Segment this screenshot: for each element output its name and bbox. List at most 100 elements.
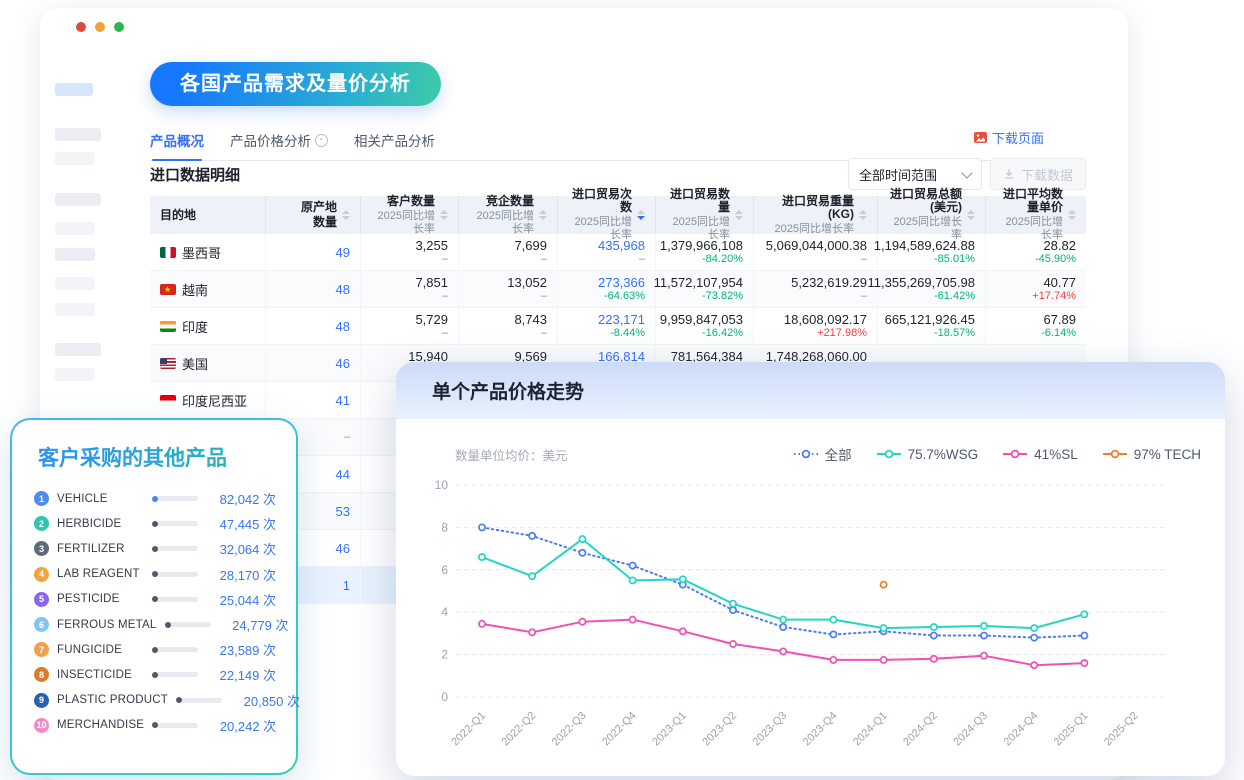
column-title-line1: 进口贸易重量(KG)	[764, 195, 854, 221]
table-row[interactable]: 墨西哥493,255–7,699–435,968–1,379,966,108-8…	[150, 234, 1086, 271]
cell-value: 223,171	[598, 312, 645, 327]
origin-count-cell[interactable]: 48	[265, 308, 360, 344]
country-name: 墨西哥	[182, 243, 221, 262]
table-cell[interactable]: 273,366-64.63%	[557, 271, 655, 307]
table-row[interactable]: 越南487,851–13,052–273,366-64.63%11,572,10…	[150, 271, 1086, 308]
price-trend-card: 单个产品价格走势 数量单位均价：美元 全部75.7%WSG41%SL97% TE…	[396, 362, 1225, 776]
sidebar-item-placeholder[interactable]	[55, 343, 101, 356]
sidebar-item-placeholder[interactable]	[55, 222, 95, 235]
table-cell: 1,194,589,624.88-85.01%	[877, 234, 985, 270]
sort-caret-icon[interactable]	[735, 210, 743, 220]
download-data-label: 下载数据	[1021, 165, 1073, 184]
table-cell[interactable]: 223,171-8.44%	[557, 308, 655, 344]
chevron-down-icon	[961, 167, 972, 178]
origin-count-cell[interactable]: 41	[265, 382, 360, 418]
table-header-cell[interactable]: 进口平均数量单价2025同比增长率	[985, 196, 1086, 234]
sort-caret-icon[interactable]	[637, 210, 645, 220]
column-title: 竞企数量2025同比增长率	[469, 195, 534, 236]
column-title-line1: 竞企数量	[469, 195, 534, 208]
table-row[interactable]: 印度485,729–8,743–223,171-8.44%9,959,847,0…	[150, 308, 1086, 345]
minimize-button[interactable]	[95, 22, 105, 32]
purchase-count: 25,044 次	[210, 590, 276, 609]
sort-caret-icon[interactable]	[342, 210, 350, 220]
table-header-cell[interactable]: 进口贸易总额(美元)2025同比增长率	[877, 196, 985, 234]
origin-count-value: 1	[343, 578, 350, 593]
close-button[interactable]	[76, 22, 86, 32]
table-header-cell[interactable]: 进口贸易次数2025同比增长率	[557, 196, 655, 234]
mini-bar	[176, 697, 226, 703]
legend-item-97% TECH[interactable]: 97% TECH	[1102, 447, 1201, 462]
screenshot-icon	[974, 131, 987, 144]
svg-text:2022-Q1: 2022-Q1	[449, 710, 488, 749]
legend-item-75.7%WSG[interactable]: 75.7%WSG	[876, 447, 979, 462]
table-cell[interactable]: 435,968–	[557, 234, 655, 270]
mini-bar	[152, 672, 202, 678]
origin-count-cell[interactable]: 49	[265, 234, 360, 270]
table-cell: 5,069,044,000.38–	[753, 234, 877, 270]
list-item[interactable]: 3FERTILIZER32,064 次	[34, 536, 276, 561]
cell-value: 18,608,092.17	[784, 312, 867, 327]
table-header-cell[interactable]: 进口贸易数量2025同比增长率	[655, 196, 753, 234]
tab-1[interactable]: 产品概况	[150, 130, 204, 151]
cell-trend: -16.42%	[702, 327, 743, 340]
product-label: PESTICIDE	[57, 593, 144, 605]
product-label: VEHICLE	[57, 493, 144, 505]
tab-2[interactable]: 产品价格分析	[230, 130, 328, 151]
rank-badge: 9	[34, 693, 49, 708]
product-label: INSECTICIDE	[57, 669, 144, 681]
table-header-cell[interactable]: 原产地数量	[265, 196, 360, 234]
list-item[interactable]: 5PESTICIDE25,044 次	[34, 587, 276, 612]
cell-value: 3,255	[415, 238, 448, 253]
sort-desc-icon	[859, 216, 867, 220]
list-item[interactable]: 7FUNGICIDE23,589 次	[34, 637, 276, 662]
sidebar-item-placeholder[interactable]	[55, 152, 95, 165]
table-header-cell[interactable]: 客户数量2025同比增长率	[360, 196, 458, 234]
sidebar-item-placeholder[interactable]	[55, 128, 101, 141]
sort-caret-icon[interactable]	[967, 210, 975, 220]
rank-badge: 3	[34, 541, 49, 556]
sort-caret-icon[interactable]	[1068, 210, 1076, 220]
sort-caret-icon[interactable]	[440, 210, 448, 220]
origin-count-cell[interactable]: 48	[265, 271, 360, 307]
tab-3[interactable]: 相关产品分析	[354, 130, 435, 151]
table-header-cell[interactable]: 进口贸易重量(KG)2025同比增长率	[753, 196, 877, 234]
sidebar-item-placeholder[interactable]	[55, 303, 95, 316]
time-range-select[interactable]: 全部时间范围	[848, 158, 982, 190]
column-title-line1: 进口贸易次数	[568, 188, 632, 214]
maximize-button[interactable]	[114, 22, 124, 32]
sort-caret-icon[interactable]	[859, 210, 867, 220]
list-item[interactable]: 8INSECTICIDE22,149 次	[34, 662, 276, 687]
sidebar-item-placeholder[interactable]	[55, 248, 95, 261]
sidebar-item-placeholder[interactable]	[55, 368, 95, 381]
sort-caret-icon[interactable]	[539, 210, 547, 220]
sidebar-item-placeholder[interactable]	[55, 193, 101, 206]
page-title: 各国产品需求及量价分析	[150, 62, 441, 106]
mini-bar-dot	[165, 622, 171, 628]
mini-bar-dot	[152, 672, 158, 678]
rank-badge: 7	[34, 642, 49, 657]
cell-trend: -84.20%	[702, 253, 743, 266]
cell-value: 40.77	[1043, 275, 1076, 290]
list-item[interactable]: 10MERCHANDISE20,242 次	[34, 713, 276, 738]
download-icon	[1003, 168, 1015, 180]
list-item[interactable]: 2HERBICIDE47,445 次	[34, 511, 276, 536]
cell-value: 7,851	[415, 275, 448, 290]
cell-trend: -45.90%	[1035, 253, 1076, 266]
list-item[interactable]: 6FERROUS METAL24,779 次	[34, 612, 276, 637]
list-item[interactable]: 4LAB REAGENT28,170 次	[34, 562, 276, 587]
sort-desc-icon	[735, 216, 743, 220]
table-cell: 665,121,926.45-18.57%	[877, 308, 985, 344]
download-data-button[interactable]: 下载数据	[990, 158, 1086, 190]
cell-value: 665,121,926.45	[885, 312, 975, 327]
legend-item-全部[interactable]: 全部	[793, 444, 852, 464]
table-cell: 40.77+17.74%	[985, 271, 1086, 307]
legend-item-41%SL[interactable]: 41%SL	[1002, 447, 1078, 462]
cell-trend: –	[861, 253, 867, 266]
list-item[interactable]: 1VEHICLE82,042 次	[34, 486, 276, 511]
list-item[interactable]: 9PLASTIC PRODUCT20,850 次	[34, 688, 276, 713]
origin-count-cell[interactable]: 46	[265, 345, 360, 381]
sidebar-item-placeholder[interactable]	[55, 277, 95, 290]
sidebar-item-placeholder[interactable]	[55, 83, 93, 96]
download-page-link[interactable]: 下载页面	[974, 128, 1044, 147]
table-header-cell[interactable]: 竞企数量2025同比增长率	[458, 196, 557, 234]
